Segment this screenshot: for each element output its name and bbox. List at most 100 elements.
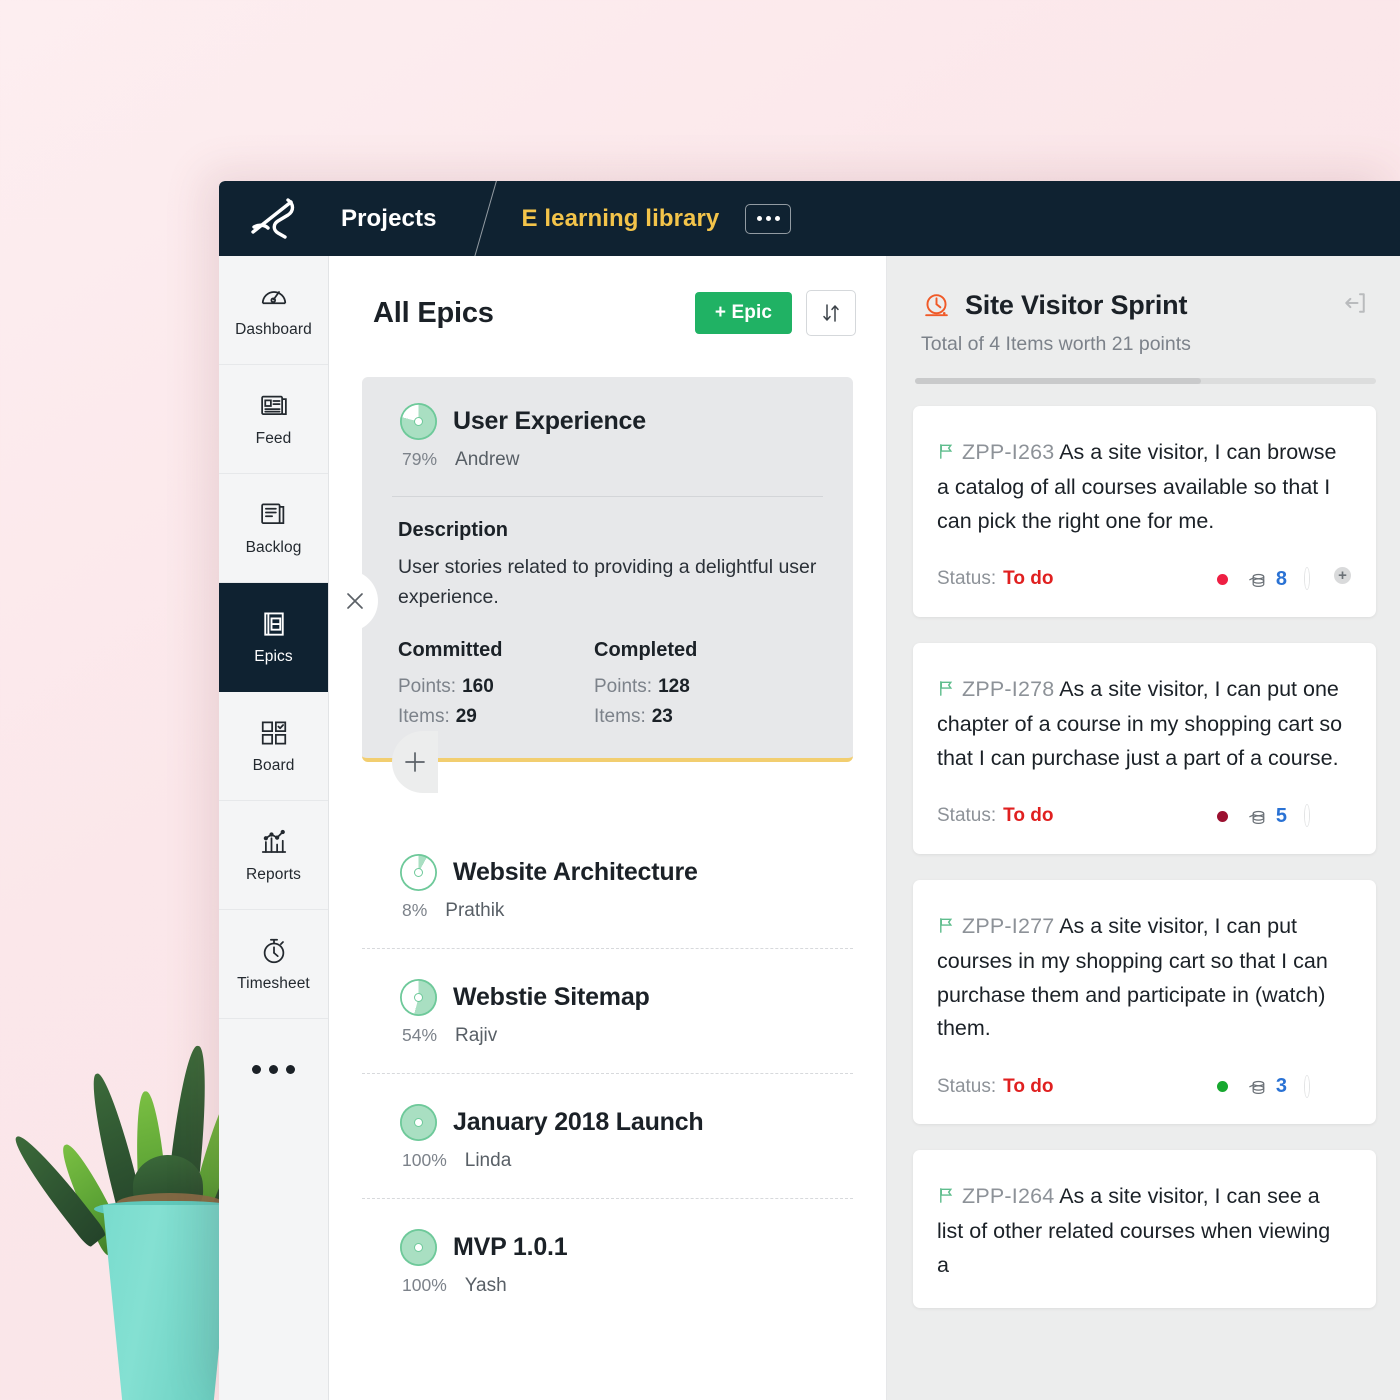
committed-points-row: Points: 160 [398,676,594,698]
epic-name: January 2018 Launch [453,1108,704,1137]
epic-name: MVP 1.0.1 [453,1233,568,1262]
description-heading: Description [398,519,509,541]
completed-heading: Completed [594,639,698,662]
completed-points-value: 128 [658,676,690,698]
sidebar-more-button[interactable] [219,1019,328,1119]
sidebar-item-reports[interactable]: Reports [219,801,328,910]
sprint-title: Site Visitor Sprint [965,290,1188,320]
project-more-button[interactable] [745,203,792,234]
story-summary: ZPP-I277 As a site visitor, I can put co… [937,910,1348,1045]
epics-header-actions: + Epic [694,290,856,336]
page-title: All Epics [373,296,494,329]
flag-icon-glyph [940,444,953,459]
add-assignee-icon[interactable]: + [1333,566,1352,586]
avatar [1305,805,1309,827]
sidebar-item-feed[interactable]: Feed [219,365,328,474]
epic-owner: Prathik [445,900,505,922]
epic-statistics: Committed Points: 160 Items: 29 Completed [362,612,853,736]
story-card[interactable]: ZPP-I263 As a site visitor, I can browse… [913,406,1376,617]
expanded-epic-card-wrap: User Experience 79% Andrew Description U… [332,377,853,824]
ellipsis-icon-dot [756,216,762,221]
items-label: Items: [594,706,646,728]
epic-progress-donut [400,403,437,440]
epics-panel-header: All Epics + Epic [329,256,886,336]
sidebar-item-label: Board [252,756,295,774]
story-points[interactable]: 5 [1246,805,1287,828]
story-points-value: 3 [1275,1075,1287,1098]
flag-icon [937,438,956,471]
collapse-panel-button[interactable] [1340,288,1370,323]
epic-progress-donut [400,854,437,892]
sidebar-item-epics[interactable]: Epics [219,583,328,692]
board-grid-icon [261,721,286,744]
topbar-divider [472,181,498,260]
epic-progress-donut [400,979,437,1017]
completed-stats: Completed Points: 128 Items: 23 [594,639,790,736]
sidebar-item-label: Backlog [245,538,302,556]
story-id: ZPP-I278 [962,676,1055,701]
story-points[interactable]: 3 [1246,1075,1287,1098]
current-project-name[interactable]: E learning library [522,205,720,233]
story-card[interactable]: ZPP-I278 As a site visitor, I can put on… [913,642,1376,854]
sidebar-navigation: Dashboard Feed Backlog Epics Board Repor… [219,256,329,1400]
items-label: Items: [398,706,450,728]
add-epic-button[interactable]: + Epic [694,292,792,334]
sprint-clock-icon [925,294,948,317]
top-navigation-bar: Projects E learning library [219,181,1400,260]
app-logo[interactable] [219,194,329,244]
completed-items-value: 23 [651,706,673,728]
sidebar-item-label: Dashboard [235,320,312,338]
plus-icon [405,752,425,773]
priority-dot [1216,810,1228,822]
status-badge: To do [1003,805,1054,827]
story-points[interactable]: 8 [1246,568,1287,591]
sidebar-item-timesheet[interactable]: Timesheet [219,910,328,1019]
status-label: Status: [937,568,997,590]
sidebar-item-dashboard[interactable]: Dashboard [219,256,328,365]
decorative-succulent-plant [7,1005,295,1400]
epic-progress-donut [400,1229,437,1267]
close-icon [347,592,363,609]
speedometer-icon [261,290,286,304]
collapse-panel-icon [1345,293,1365,313]
story-summary: ZPP-I278 As a site visitor, I can put on… [937,673,1348,775]
stopwatch-icon [263,938,284,963]
committed-points-value: 160 [462,676,494,698]
epic-list-item[interactable]: Website Architecture 8% Prathik [362,824,853,950]
expanded-epic-card[interactable]: User Experience 79% Andrew Description U… [362,377,853,763]
flag-icon [937,1182,956,1215]
ellipsis-icon-dot [765,216,771,221]
epic-list-item[interactable]: MVP 1.0.1 100% Yash [362,1199,853,1323]
story-card[interactable]: ZPP-I264 As a site visitor, I can see a … [913,1150,1376,1309]
ellipsis-icon-dot [269,1064,278,1074]
sidebar-item-backlog[interactable]: Backlog [219,474,328,583]
flag-icon [937,675,956,708]
assignee-avatar-wrap[interactable] [1305,1075,1348,1097]
nav-projects-link[interactable]: Projects [329,205,437,233]
ellipsis-icon-dot [252,1064,261,1074]
sort-button[interactable] [806,290,856,336]
sidebar-item-board[interactable]: Board [219,692,328,801]
status-label: Status: [937,805,997,827]
sidebar-item-label: Feed [255,429,292,447]
story-card-footer: Status: To do [937,1075,1348,1098]
epics-panel: All Epics + Epic User Experience 79% And… [329,256,887,1400]
assignee-avatar-wrap[interactable]: + [1305,566,1352,590]
flag-icon-glyph [940,681,953,696]
ellipsis-icon-dot [286,1064,295,1074]
avatar [1305,568,1309,590]
epic-description-section: Description User stories related to prov… [362,497,853,612]
epic-list-item[interactable]: January 2018 Launch 100% Linda [362,1074,853,1200]
epic-progress-donut [400,1104,437,1142]
assignee-avatar-wrap[interactable] [1305,805,1348,827]
flag-icon-glyph [940,918,953,933]
epic-owner: Linda [464,1150,512,1172]
epic-owner: Andrew [455,449,520,470]
sidebar-item-label: Epics [254,647,293,665]
description-text: User stories related to providing a deli… [398,556,817,608]
status-badge: To do [1003,568,1054,590]
ellipsis-icon-dot [774,216,780,221]
epic-list-item[interactable]: Webstie Sitemap 54% Rajiv [362,949,853,1075]
completed-items-row: Items: 23 [594,706,790,728]
story-card[interactable]: ZPP-I277 As a site visitor, I can put co… [913,879,1376,1125]
